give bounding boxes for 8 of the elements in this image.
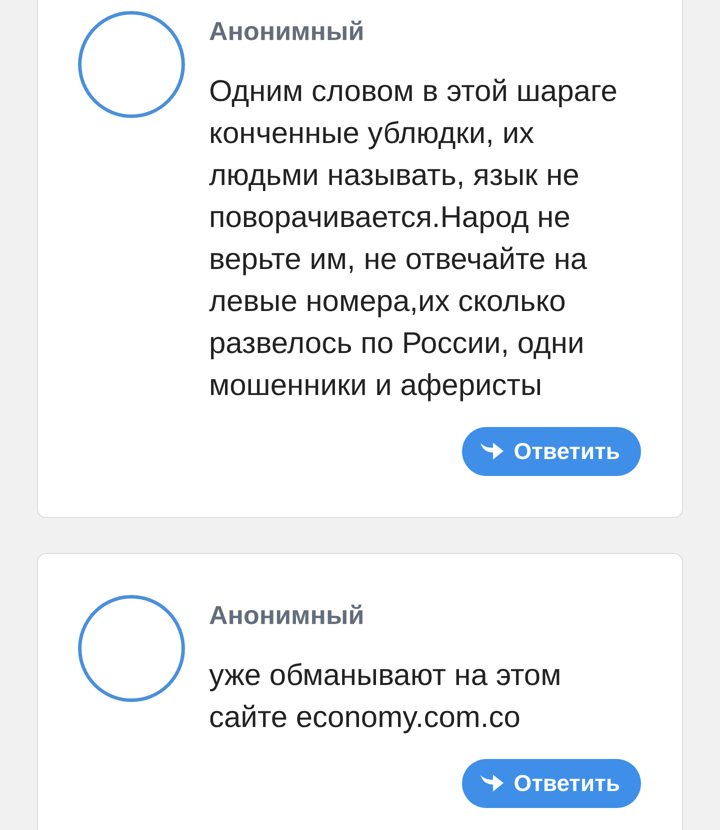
author-name: Анонимный	[209, 600, 366, 630]
comment-text: Одним словом в этой шараге конченные ублюдки, их людьми называть, язык не поворачивается.Народ не верьте им, не отвечайте на левые номера,их сколько развелось по России, одни мошенники и аферисты	[209, 74, 618, 404]
curved-arrow-icon	[480, 774, 504, 793]
reply-button[interactable]: Ответить	[462, 759, 641, 808]
comment-text: уже обманывают на этом сайте economy.com.co	[209, 658, 562, 736]
reply-button[interactable]: Ответить	[462, 427, 641, 476]
author-name: Анонимный	[209, 16, 366, 46]
curved-arrow-icon	[480, 442, 504, 461]
